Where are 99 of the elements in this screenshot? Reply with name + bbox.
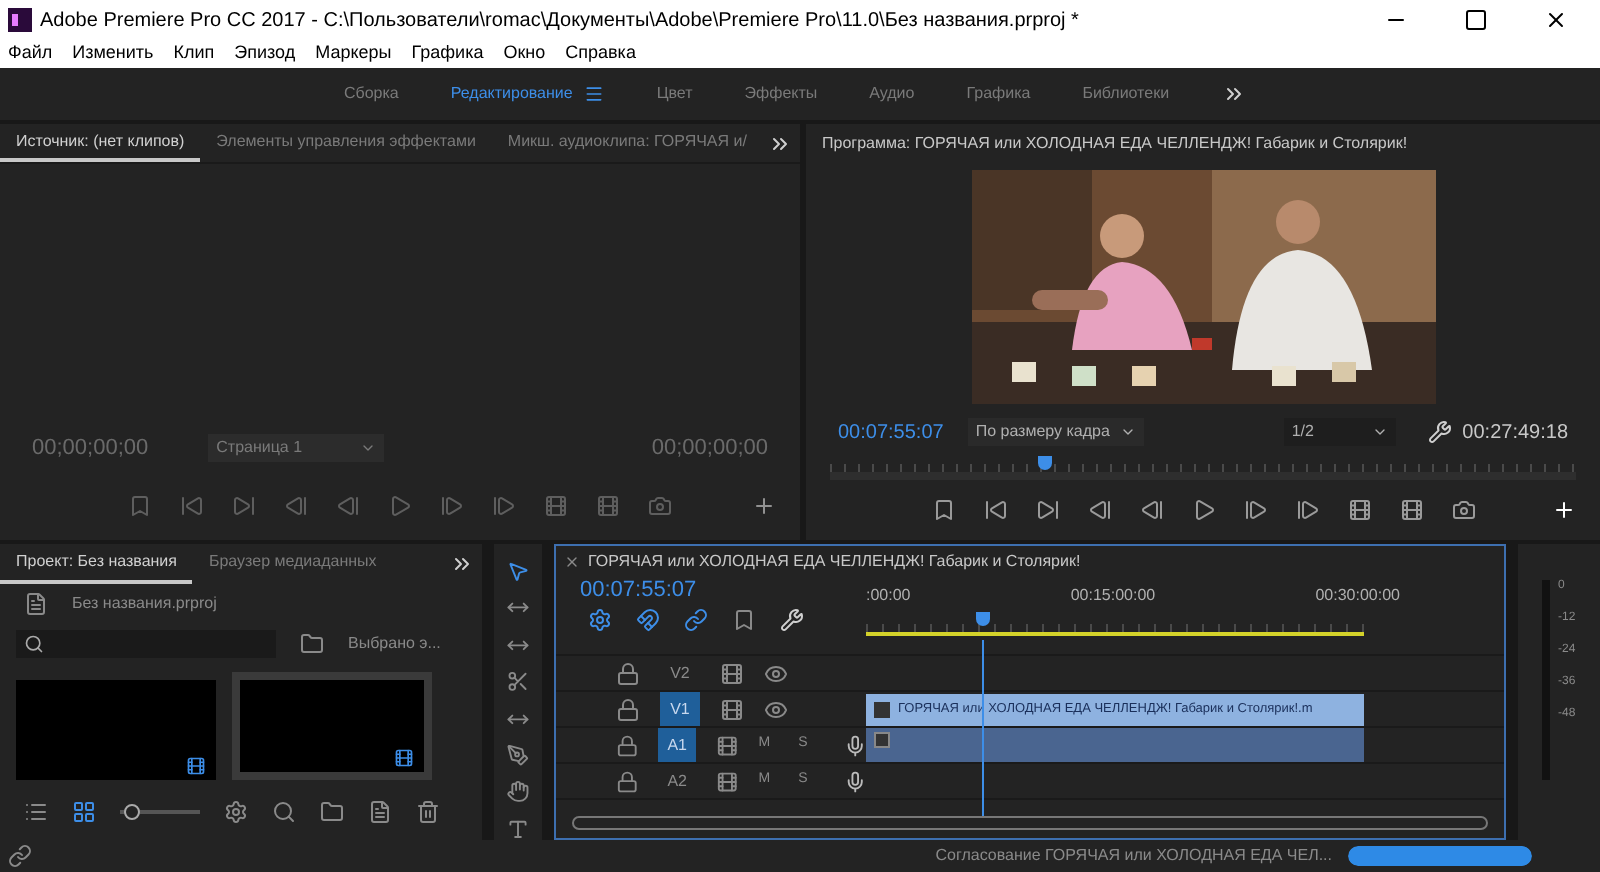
panel-tab[interactable]: Браузер медиаданных <box>192 544 393 584</box>
menu-item[interactable]: Маркеры <box>315 40 392 68</box>
panel-tab[interactable]: Микш. аудиоклипа: ГОРЯЧАЯ и/ <box>491 124 763 162</box>
window-title: Adobe Premiere Pro CC 2017 - C:\Пользователи\romac\Документы\Adobe\Premiere Pro\11.0\Без названия.prproj * <box>40 7 1081 35</box>
lock-icon[interactable] <box>616 661 640 686</box>
menu-item[interactable]: Окно <box>503 40 546 68</box>
menu-item[interactable]: Файл <box>8 40 53 68</box>
menu-item[interactable]: Изменить <box>72 40 154 68</box>
thumbnail[interactable] <box>16 680 216 780</box>
razor-icon[interactable] <box>506 670 530 693</box>
track-label[interactable]: V1 <box>660 692 700 727</box>
app-icon <box>8 8 32 32</box>
track-label[interactable]: A1 <box>658 728 696 763</box>
search-field[interactable] <box>16 630 276 658</box>
ruler-label: 00:30:00:00 <box>1315 584 1400 609</box>
fit-dropdown[interactable]: По размеру кадра <box>967 418 1144 446</box>
search-icon <box>24 634 44 654</box>
mark-out-icon[interactable] <box>232 494 256 518</box>
workspace-tab[interactable]: Сборка <box>344 82 399 106</box>
panel-tab[interactable]: Проект: Без названия <box>0 544 193 584</box>
project-file: Без названия.prproj <box>72 592 217 616</box>
timecode[interactable]: 00:07:55:07 <box>838 417 944 447</box>
workspace-tab[interactable]: Редактирование <box>450 82 573 106</box>
hand-icon[interactable] <box>506 780 530 804</box>
new-bin-icon[interactable] <box>320 800 344 824</box>
camera-icon[interactable] <box>1451 498 1475 522</box>
pen-icon[interactable] <box>506 743 530 767</box>
timecode: 00;00;00;00 <box>32 433 149 464</box>
track-label[interactable]: V2 <box>660 656 700 691</box>
resolution-dropdown[interactable]: 1/2 <box>1283 418 1396 446</box>
page-dropdown[interactable]: Страница 1 <box>208 434 385 462</box>
step-back-icon[interactable] <box>336 494 360 518</box>
folder-icon[interactable] <box>300 632 324 656</box>
marker-icon[interactable] <box>128 494 152 518</box>
marker-icon[interactable] <box>732 608 756 633</box>
step-forward-icon[interactable] <box>440 494 464 518</box>
maximize-icon[interactable] <box>1464 8 1488 32</box>
step-forward-icon[interactable] <box>1243 498 1267 522</box>
selection-tool-icon[interactable] <box>506 560 530 583</box>
type-icon[interactable] <box>506 817 530 840</box>
workspace-tab[interactable]: Цвет <box>656 82 693 106</box>
mark-in-icon[interactable] <box>180 494 204 518</box>
track-label[interactable]: A2 <box>658 764 696 799</box>
scrollbar[interactable] <box>572 816 1488 830</box>
menu-item[interactable]: Эпизод <box>234 40 296 68</box>
eye-icon[interactable] <box>764 697 788 722</box>
slider-thumb[interactable] <box>124 804 140 820</box>
close-icon[interactable] <box>1544 8 1568 32</box>
trash-icon[interactable] <box>416 800 440 824</box>
workspace-tab[interactable]: Графика <box>966 82 1031 106</box>
workspace-tab[interactable]: Эффекты <box>744 82 818 106</box>
wrench-icon[interactable] <box>780 608 804 633</box>
more-icon[interactable] <box>450 552 474 576</box>
menu-item[interactable]: Справка <box>565 40 636 68</box>
icon-view-icon[interactable] <box>72 800 96 824</box>
caret-icon[interactable] <box>360 440 377 456</box>
caret-icon[interactable] <box>1371 424 1388 440</box>
step-back-icon[interactable] <box>1139 498 1163 522</box>
ruler-label: 00:15:00:00 <box>1070 584 1156 609</box>
marker-icon[interactable] <box>931 498 955 522</box>
timecode[interactable]: 00:07:55:07 <box>556 576 866 605</box>
menu-item[interactable]: Графика <box>411 40 484 68</box>
audio-clip[interactable] <box>866 728 1364 763</box>
sequence-title: ГОРЯЧАЯ или ХОЛОДНАЯ ЕДА ЧЕЛЛЕНДЖ! Габарик и Столярик! <box>588 549 1081 574</box>
thumbnail[interactable] <box>232 672 432 780</box>
lock-icon[interactable] <box>616 733 639 758</box>
workspace-tab[interactable]: Библиотеки <box>1082 82 1170 106</box>
mic-icon[interactable] <box>843 769 867 794</box>
more-icon[interactable] <box>1221 82 1246 106</box>
camera-icon[interactable] <box>648 494 672 518</box>
panel-tab[interactable]: Источник: (нет клипов) <box>0 124 201 162</box>
lock-icon[interactable] <box>616 697 640 722</box>
menu-icon[interactable] <box>584 84 605 104</box>
lock-icon[interactable] <box>616 769 639 794</box>
mark-out-icon[interactable] <box>1035 498 1059 522</box>
caret-icon[interactable] <box>1119 424 1136 440</box>
mark-in-icon[interactable] <box>983 498 1007 522</box>
eye-icon[interactable] <box>764 661 788 686</box>
menu-item[interactable]: Клип <box>173 40 215 68</box>
playhead[interactable] <box>1038 456 1053 470</box>
selection-label: Выбрано э... <box>348 632 441 656</box>
wrench-icon[interactable] <box>1427 420 1452 444</box>
panel-title: Программа: ГОРЯЧАЯ или ХОЛОДНАЯ ЕДА ЧЕЛЛЕНДЖ! Габарик и Столярик! <box>822 132 1408 156</box>
panel-tab[interactable]: Элементы управления эффектами <box>200 124 492 162</box>
link-icon[interactable] <box>684 608 708 633</box>
workspace-tab[interactable]: Аудио <box>869 82 915 106</box>
playhead[interactable] <box>975 612 990 627</box>
search-icon[interactable] <box>272 800 296 824</box>
duration: 00:27:49:18 <box>1462 419 1568 447</box>
mic-icon[interactable] <box>843 733 867 758</box>
status-text: Согласование ГОРЯЧАЯ или ХОЛОДНАЯ ЕДА ЧЕЛ... <box>935 844 1332 868</box>
ruler-label: :00:00 <box>866 584 911 609</box>
snap-icon[interactable] <box>636 608 660 633</box>
play-icon[interactable] <box>1191 498 1215 522</box>
timecode: 00;00;00;00 <box>651 433 768 464</box>
file-icon <box>24 592 48 616</box>
add-icon[interactable] <box>1552 498 1576 522</box>
play-icon[interactable] <box>388 494 412 518</box>
new-item-icon[interactable] <box>368 800 392 824</box>
